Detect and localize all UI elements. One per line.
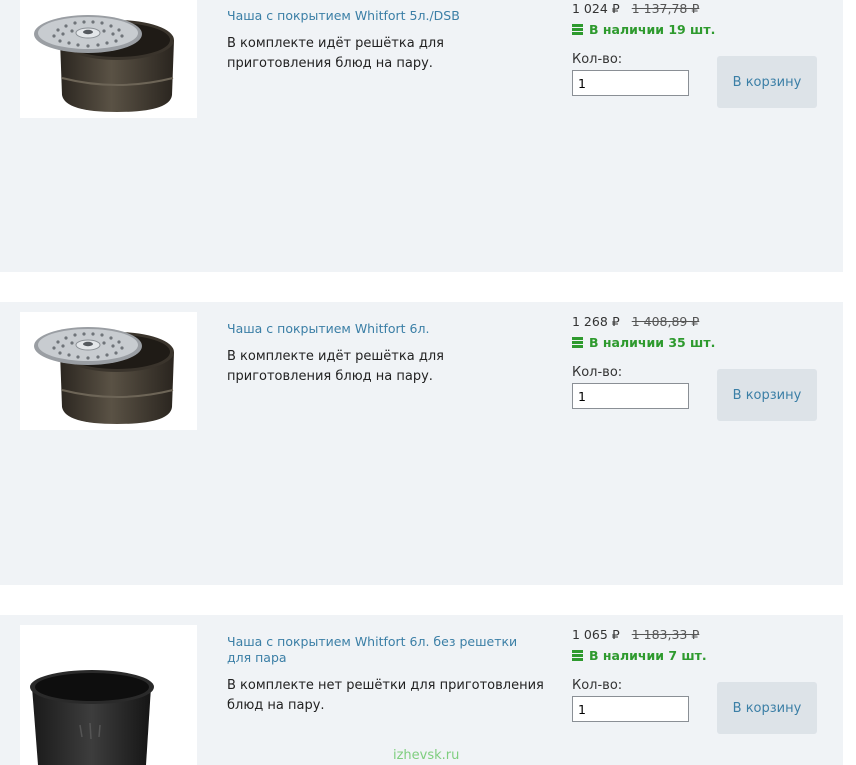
quantity-input[interactable] xyxy=(572,70,689,96)
product-card: Чаша с покрытием Whitfort 5л./DSB В комп… xyxy=(0,0,843,272)
old-price: 1 137,78 ₽ xyxy=(631,1,700,16)
product-image[interactable] xyxy=(20,0,197,118)
qty-label: Кол-во: xyxy=(572,678,623,693)
product-card: Чаша с покрытием Whitfort 6л. В комплект… xyxy=(0,302,843,585)
product-image[interactable] xyxy=(20,625,197,765)
qty-label: Кол-во: xyxy=(572,52,623,67)
current-price: 1 024 ₽ xyxy=(572,1,620,16)
product-title-link[interactable]: Чаша с покрытием Whitfort 6л. xyxy=(227,321,527,337)
bowl-with-rack-icon xyxy=(34,15,174,112)
quantity-input[interactable] xyxy=(572,696,689,722)
current-price: 1 268 ₽ xyxy=(572,314,620,329)
product-image[interactable] xyxy=(20,312,197,430)
product-title-link[interactable]: Чаша с покрытием Whitfort 5л./DSB xyxy=(227,8,527,24)
bowl-icon xyxy=(30,670,154,765)
stock-text: В наличии 35 шт. xyxy=(589,335,716,350)
watermark: izhevsk.ru xyxy=(393,748,460,763)
old-price: 1 183,33 ₽ xyxy=(631,627,700,642)
old-price: 1 408,89 ₽ xyxy=(631,314,700,329)
stock-text: В наличии 19 шт. xyxy=(589,22,716,37)
product-description: В комплекте нет решётки для приготовлени… xyxy=(227,678,544,713)
current-price: 1 065 ₽ xyxy=(572,627,620,642)
product-description: В комплекте идёт решётка для приготовлен… xyxy=(227,349,444,384)
qty-label: Кол-во: xyxy=(572,365,623,380)
product-card: Чаша с покрытием Whitfort 6л. без решетк… xyxy=(0,615,843,765)
bowl-with-rack-icon xyxy=(34,327,174,424)
stock-text: В наличии 7 шт. xyxy=(589,648,707,663)
stock-status: В наличии 7 шт. xyxy=(572,648,707,663)
stock-bars-icon xyxy=(572,650,583,661)
stock-bars-icon xyxy=(572,24,583,35)
add-to-cart-button[interactable]: В корзину xyxy=(717,682,817,734)
stock-status: В наличии 19 шт. xyxy=(572,22,715,37)
price-row: 1 268 ₽ 1 408,89 ₽ xyxy=(572,314,699,329)
add-to-cart-button[interactable]: В корзину xyxy=(717,56,817,108)
quantity-input[interactable] xyxy=(572,383,689,409)
stock-status: В наличии 35 шт. xyxy=(572,335,715,350)
price-row: 1 065 ₽ 1 183,33 ₽ xyxy=(572,627,699,642)
add-to-cart-button[interactable]: В корзину xyxy=(717,369,817,421)
price-row: 1 024 ₽ 1 137,78 ₽ xyxy=(572,1,699,16)
product-title-link[interactable]: Чаша с покрытием Whitfort 6л. без решетк… xyxy=(227,634,527,666)
product-description: В комплекте идёт решётка для приготовлен… xyxy=(227,36,444,71)
stock-bars-icon xyxy=(572,337,583,348)
